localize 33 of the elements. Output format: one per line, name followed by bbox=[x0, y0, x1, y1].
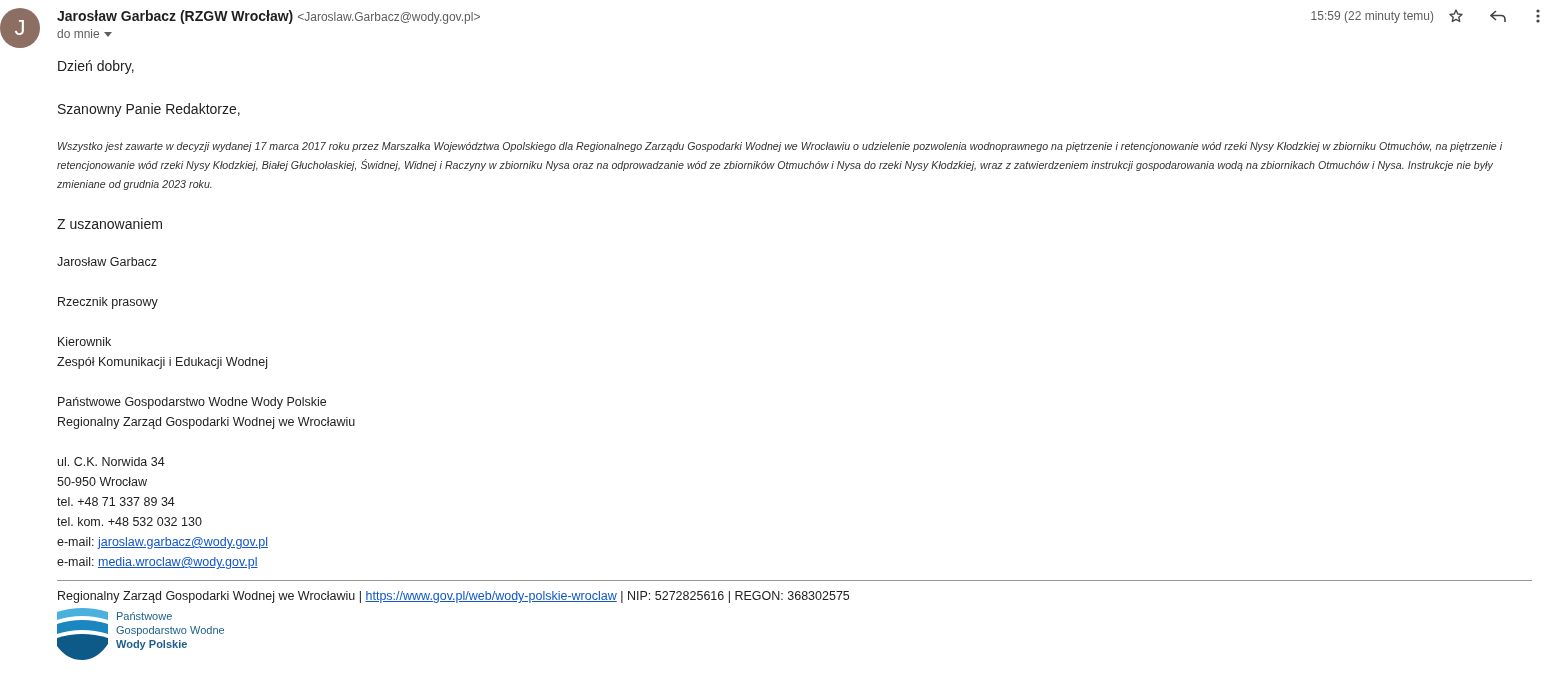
sender-name: Jarosław Garbacz (RZGW Wrocław) bbox=[57, 8, 294, 24]
salutation-text: Szanowny Panie Redaktorze, bbox=[57, 101, 242, 117]
logo-text: Gospodarstwo Wodne bbox=[116, 623, 225, 637]
recipient-label: do mnie bbox=[57, 27, 100, 41]
email-line: e-mail: media.wroclaw@wody.gov.pl bbox=[57, 554, 259, 571]
closing-text: Z uszanowaniem bbox=[57, 216, 164, 232]
logo-text: Wody Polskie bbox=[116, 637, 189, 651]
email-link[interactable]: media.wroclaw@wody.gov.pl bbox=[98, 555, 258, 569]
signature-line: Kierownik bbox=[57, 334, 113, 351]
signature-line: tel. kom. +48 532 032 130 bbox=[57, 514, 203, 531]
signature-line: Jarosław Garbacz bbox=[57, 254, 159, 271]
signature-line: 50-950 Wrocław bbox=[57, 474, 149, 491]
avatar: J bbox=[0, 8, 40, 48]
caret-down-icon[interactable] bbox=[103, 31, 112, 37]
logo-text: Państwowe bbox=[116, 609, 174, 623]
waves-logo-icon bbox=[57, 608, 108, 660]
signature-line: Regionalny Zarząd Gospodarki Wodnej we Wrocławiu bbox=[57, 414, 357, 431]
signature-line: Rzecznik prasowy bbox=[57, 294, 159, 311]
more-options-icon[interactable] bbox=[1536, 9, 1540, 23]
signature-line: Zespół Komunikacji i Edukacji Wodnej bbox=[57, 354, 269, 371]
website-link[interactable]: https://www.gov.pl/web/wody-polskie-wroclaw bbox=[365, 589, 617, 603]
sender-email: <Jaroslaw.Garbacz@wody.gov.pl> bbox=[297, 10, 481, 24]
timestamp: 15:59 (22 minuty temu) bbox=[1310, 9, 1434, 23]
email-line: e-mail: jaroslaw.garbacz@wody.gov.pl bbox=[57, 534, 269, 551]
signature-line: Państwowe Gospodarstwo Wodne Wody Polskie bbox=[57, 394, 328, 411]
footer-text: Regionalny Zarząd Gospodarki Wodnej we Wrocławiu | https://www.gov.pl/web/wody-polskie-wroclaw | NIP: 5272825616 | REGON: 368302575 bbox=[57, 589, 851, 603]
signature-line: tel. +48 71 337 89 34 bbox=[57, 494, 176, 511]
signature-line: ul. C.K. Norwida 34 bbox=[57, 454, 166, 471]
reply-icon[interactable] bbox=[1490, 10, 1506, 22]
greeting-text: Dzień dobry, bbox=[57, 58, 136, 74]
email-link[interactable]: jaroslaw.garbacz@wody.gov.pl bbox=[98, 535, 268, 549]
message-paragraph: Wszystko jest zawarte w decyzji wydanej 17 marca 2017 roku przez Marszałka Województwa Opolskiego dla Regionalnego Zarządu Gospodarki Wodnej we Wrocławiu o udzielenie pozwolenia wodnoprawnego na piętrzenie i retencjonowanie wód rzeki Nysy Kłodzkiej w zbiorniku Otmuchów, na piętrzenie i retencjonowanie wód rzeki Nysy Kłodzkiej, Białej Głuchołaskiej, Świdnej, Widnej i Raczyny w zbiorniku Nysa oraz na odprowadzanie wód ze zbiorników Otmuchów i Nysa do rzeki Nysy Kłodzkiej, wraz z zatwierdzeniem instrukcji gospodarowania wodą na zbiornikach Otmuchów i Nysa. Instrukcje nie były zmieniane od grudnia 2023 roku. bbox=[57, 139, 1504, 192]
star-icon[interactable] bbox=[1448, 8, 1464, 24]
